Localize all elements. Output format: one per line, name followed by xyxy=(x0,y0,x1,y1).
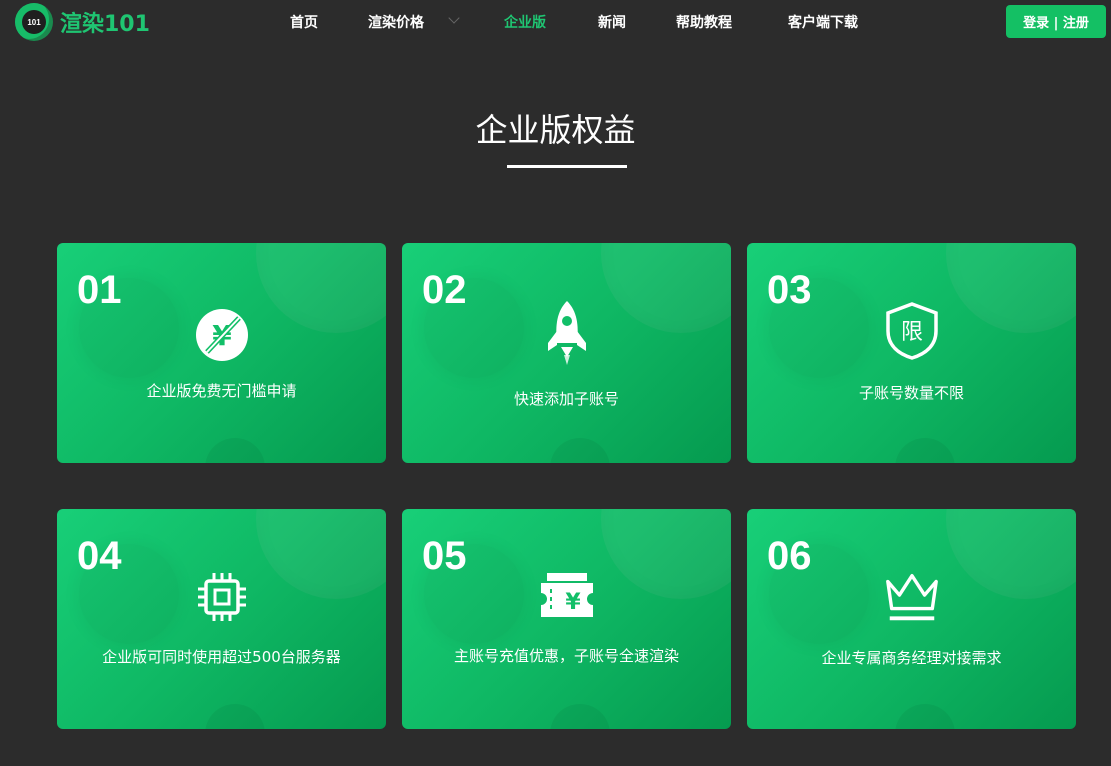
benefit-card-1: 01 ¥ 企业版免费无门槛申请 xyxy=(57,243,386,463)
card-label: 企业版可同时使用超过500台服务器 xyxy=(102,648,341,666)
card-label: 主账号充值优惠，子账号全速渲染 xyxy=(453,647,679,665)
unlimited-shield-icon: 限 xyxy=(882,301,942,361)
nav-item-enterprise[interactable]: 企业版 xyxy=(504,12,546,32)
card-number: 01 xyxy=(77,268,122,312)
title-underline xyxy=(507,165,627,168)
nav-item-download[interactable]: 客户端下载 xyxy=(788,12,858,32)
chevron-down-icon[interactable] xyxy=(448,12,460,24)
benefit-card-2: 02 快速添加子账号 xyxy=(402,243,731,463)
crown-icon xyxy=(882,567,942,627)
nav-item-help[interactable]: 帮助教程 xyxy=(676,12,732,32)
benefit-card-5: 05 ¥ 主账号充值优惠，子账号全速渲染 xyxy=(402,509,731,729)
nav-item-pricing[interactable]: 渲染价格 xyxy=(368,12,424,32)
card-decoration xyxy=(895,438,955,463)
main-nav: 首页 渲染价格 企业版 新闻 帮助教程 客户端下载 xyxy=(0,0,1111,44)
yuan-ticket-icon: ¥ xyxy=(537,567,597,627)
card-decoration xyxy=(895,704,955,729)
chip-icon xyxy=(192,567,252,627)
benefit-card-3: 03 限 子账号数量不限 xyxy=(747,243,1076,463)
card-decoration xyxy=(550,438,610,463)
card-decoration xyxy=(256,243,386,333)
logo-badge-text: 101 xyxy=(22,10,46,34)
card-number: 03 xyxy=(767,268,812,312)
nav-item-news[interactable]: 新闻 xyxy=(598,12,626,32)
card-decoration xyxy=(946,509,1076,599)
nav-item-home[interactable]: 首页 xyxy=(290,12,318,32)
card-label: 企业专属商务经理对接需求 xyxy=(821,649,1002,667)
card-label: 快速添加子账号 xyxy=(513,390,619,408)
card-decoration xyxy=(601,243,731,333)
card-number: 04 xyxy=(77,534,122,578)
card-decoration xyxy=(205,704,265,729)
card-decoration xyxy=(946,243,1076,333)
card-number: 06 xyxy=(767,534,812,578)
top-header: 101 渲染101 首页 渲染价格 企业版 新闻 帮助教程 客户端下载 登录 |… xyxy=(0,0,1111,44)
card-decoration xyxy=(205,438,265,463)
card-number: 02 xyxy=(422,268,467,312)
benefit-card-4: 04 企业版可同时使用超过500台服务器 xyxy=(57,509,386,729)
card-number: 05 xyxy=(422,534,467,578)
login-register-button[interactable]: 登录 | 注册 xyxy=(1006,5,1106,38)
benefit-card-6: 06 企业专属商务经理对接需求 xyxy=(747,509,1076,729)
rocket-icon xyxy=(537,298,597,368)
card-label: 子账号数量不限 xyxy=(858,384,964,402)
no-fee-icon: ¥ xyxy=(192,305,252,365)
card-decoration xyxy=(550,704,610,729)
page-title: 企业版权益 xyxy=(475,111,636,149)
card-decoration xyxy=(601,509,731,599)
card-decoration xyxy=(256,509,386,599)
card-label: 企业版免费无门槛申请 xyxy=(146,382,297,400)
svg-text:限: 限 xyxy=(900,320,922,345)
svg-text:¥: ¥ xyxy=(565,590,581,615)
